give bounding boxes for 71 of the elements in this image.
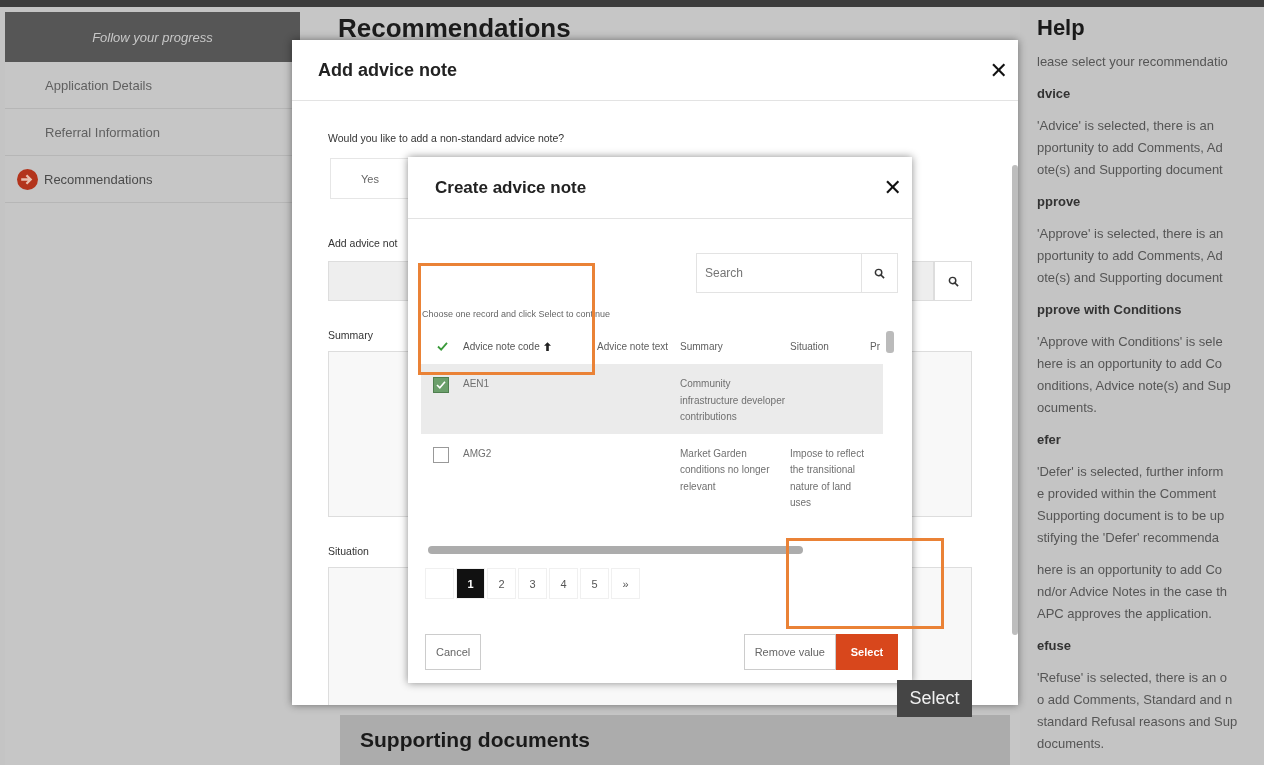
dialog-title: Add advice note <box>318 59 458 81</box>
table-row[interactable]: AEN1 Community infrastructure developer contributions <box>421 364 883 434</box>
help-subheading: dvice <box>1037 85 1072 103</box>
help-text: here is an opportunity to add Co <box>1037 355 1223 373</box>
help-subheading: pprove <box>1037 193 1082 211</box>
checkbox[interactable] <box>433 446 449 463</box>
help-text: 'Advice' is selected, there is an <box>1037 117 1215 135</box>
help-subheading: efer <box>1037 431 1062 449</box>
column-header[interactable]: Situation <box>790 341 829 352</box>
tooltip: Select <box>897 680 972 717</box>
column-header[interactable]: Summary <box>680 341 723 352</box>
cancel-button[interactable]: Cancel <box>425 634 482 670</box>
help-text: nd/or Advice Notes in the case th <box>1037 583 1229 601</box>
help-text: 'Defer' is selected, further inform <box>1037 463 1225 481</box>
help-text: APC approves the application. <box>1037 605 1213 623</box>
help-text: ote(s) and Supporting document <box>1037 161 1224 179</box>
option-button[interactable]: Yes <box>330 158 410 199</box>
remove-value-button[interactable]: Remove value <box>743 634 836 670</box>
close-button[interactable]: ✕ <box>979 57 1018 83</box>
search-button[interactable] <box>934 261 972 301</box>
table-cell: Impose to reflect the transitional nature of land uses <box>790 447 864 508</box>
help-text: documents. <box>1037 735 1106 753</box>
page-heading: Recommendations <box>338 13 572 44</box>
help-text: stifying the 'Defer' recommenda <box>1037 529 1220 547</box>
help-subheading: pprove with Conditions <box>1037 301 1183 319</box>
help-text: pportunity to add Comments, Ad <box>1037 139 1224 157</box>
check-icon <box>436 381 446 389</box>
search-icon <box>947 275 959 287</box>
page-button[interactable]: 4 <box>549 568 578 599</box>
table-cell: AMG2 <box>463 447 492 459</box>
column-header[interactable]: Advice note text <box>597 341 669 352</box>
help-text: standard Refusal reasons and Sup <box>1037 713 1239 731</box>
help-text: ote(s) and Supporting document <box>1037 269 1224 287</box>
column-header[interactable]: Pr <box>870 341 880 352</box>
arrow-circle-icon <box>17 168 38 190</box>
dialog-title: Create advice note <box>435 177 587 198</box>
check-icon <box>436 342 448 351</box>
page-button[interactable]: 3 <box>518 568 547 599</box>
help-text: o add Comments, Standard and n <box>1037 691 1234 709</box>
search-field[interactable]: Search <box>696 253 898 293</box>
section-heading: Supporting documents <box>360 728 590 752</box>
field-label: Add advice not <box>328 237 398 249</box>
help-text: e provided within the Comment <box>1037 485 1218 503</box>
help-text: lease select your recommendatio <box>1037 53 1229 71</box>
table-cell: AEN1 <box>463 378 490 389</box>
page-button[interactable]: 2 <box>487 568 516 599</box>
close-button[interactable]: ✕ <box>873 175 912 200</box>
help-heading: Help <box>1037 15 1086 41</box>
help-text: pportunity to add Comments, Ad <box>1037 247 1224 265</box>
next-page-button[interactable]: » <box>611 568 640 599</box>
page-button[interactable]: 5 <box>580 568 609 599</box>
help-text: ocuments. <box>1037 399 1098 417</box>
field-label: Situation <box>328 545 369 557</box>
table-row[interactable]: AMG2 Market Garden conditions no longer relevant Impose to reflect the transitional nature of land uses <box>421 433 883 520</box>
search-icon <box>874 267 885 279</box>
column-header[interactable]: Advice note code <box>463 341 540 352</box>
help-text: 'Approve' is selected, there is an <box>1037 225 1225 243</box>
help-text: onditions, Advice note(s) and Sup <box>1037 377 1232 395</box>
page-button[interactable]: 1 <box>456 568 485 599</box>
field-label: Would you like to add a non-standard advice note? <box>328 132 565 144</box>
sidebar-header: Follow your progress <box>5 12 300 62</box>
table-cell: Market Garden conditions no longer relevant <box>680 447 770 492</box>
checkbox[interactable] <box>433 377 449 393</box>
table-cell: Community infrastructure developer contributions <box>680 378 786 422</box>
field-label: Summary <box>328 329 373 341</box>
help-text: 'Refuse' is selected, there is an o <box>1037 669 1228 687</box>
help-text: Supporting document is to be up <box>1037 507 1226 525</box>
help-text: 'Approve with Conditions' is sele <box>1037 333 1224 351</box>
help-text: here is an opportunity to add Co <box>1037 561 1223 579</box>
select-button[interactable]: Select <box>836 634 898 670</box>
help-subheading: efuse <box>1037 637 1072 655</box>
